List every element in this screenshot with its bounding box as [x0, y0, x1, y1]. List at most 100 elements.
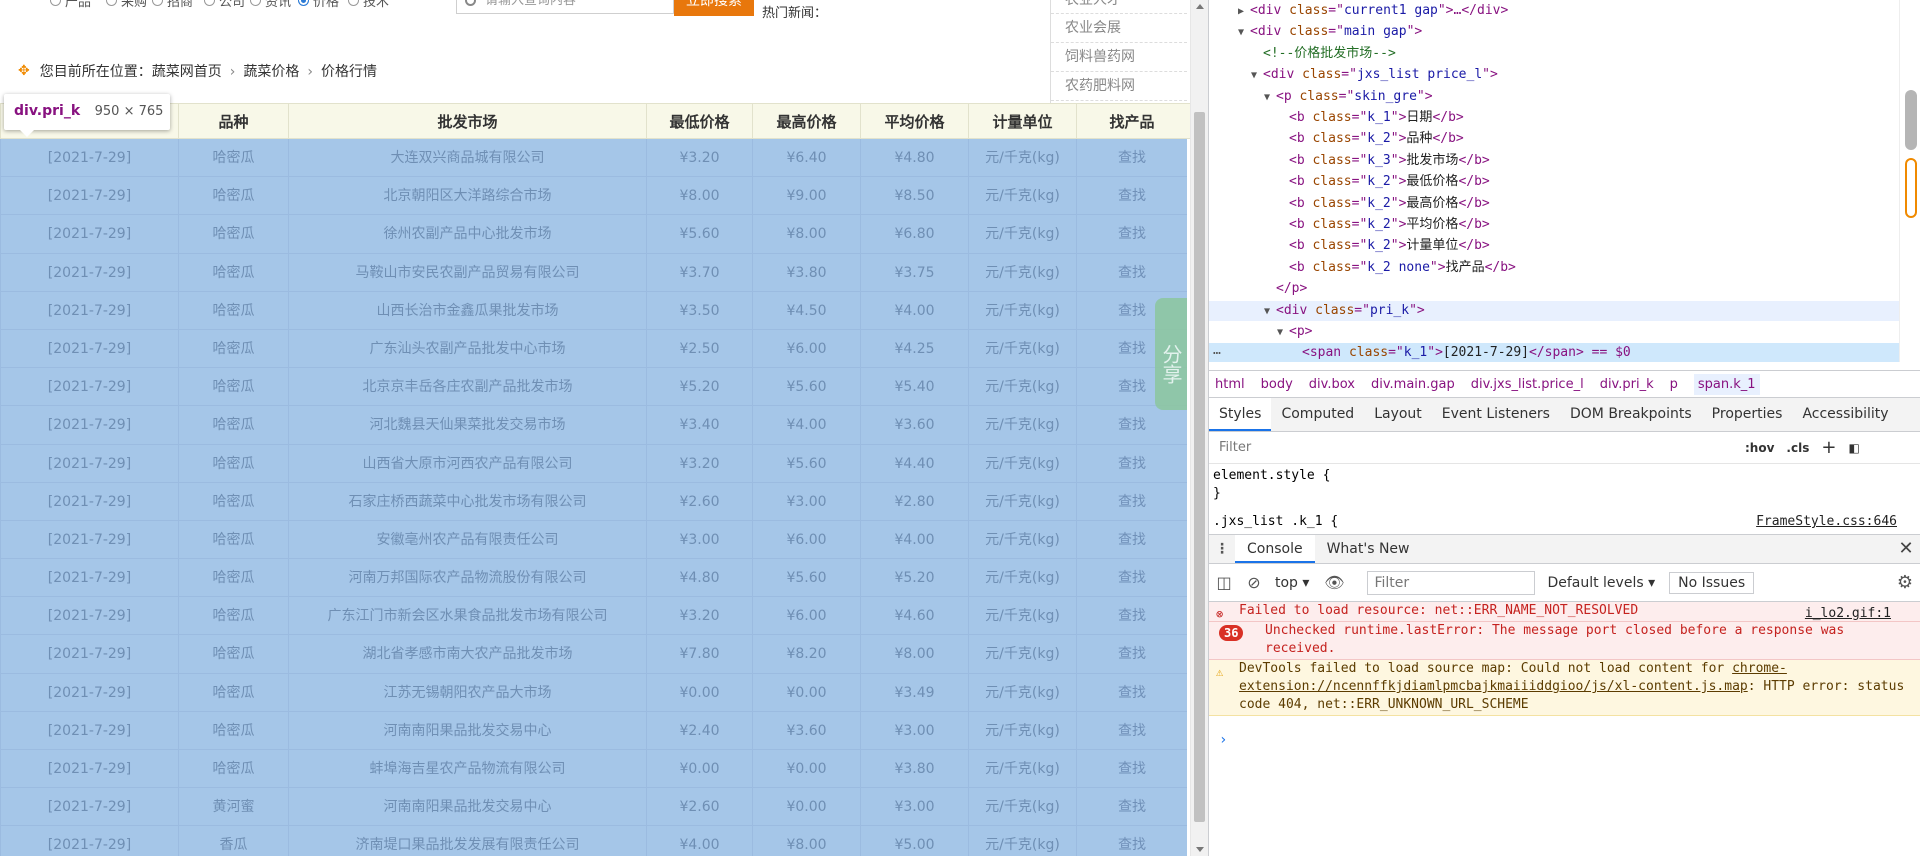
expand-triangle-icon[interactable]: ▶: [1238, 2, 1250, 22]
side-nav-link[interactable]: 饲料兽药网: [1051, 43, 1187, 72]
radio-button[interactable]: [204, 0, 215, 6]
side-nav-link[interactable]: 农业会展: [1051, 14, 1187, 43]
find-product-link[interactable]: 查找: [1076, 597, 1187, 636]
find-product-link[interactable]: 查找: [1076, 673, 1187, 712]
drawer-menu-icon[interactable]: ⋮: [1209, 535, 1235, 563]
drawer-tab[interactable]: What's New: [1315, 535, 1422, 563]
drawer-tab[interactable]: Console: [1235, 535, 1315, 563]
dom-node-line[interactable]: <span class="k_1">[2021-7-29]</span> == …: [1209, 343, 1899, 362]
search-button[interactable]: 立即搜索: [674, 0, 754, 16]
dom-crumb[interactable]: div.main.gap: [1371, 377, 1455, 392]
add-rule-icon[interactable]: +: [1821, 437, 1836, 458]
expand-triangle-icon[interactable]: ▼: [1277, 323, 1289, 343]
hover-state-toggle[interactable]: :hov: [1745, 441, 1774, 455]
dom-node-line[interactable]: ▼ <p>: [1209, 322, 1899, 342]
console-filter-input[interactable]: Filter: [1367, 570, 1536, 595]
search-type-radio[interactable]: 招商: [152, 0, 193, 10]
dom-node-line[interactable]: <b class="k_2">平均价格</b>: [1209, 215, 1899, 235]
side-nav-link[interactable]: 农药肥料网: [1051, 72, 1187, 101]
search-type-radio[interactable]: 采购: [106, 0, 147, 10]
toggle-sidebar-icon[interactable]: ◧: [1848, 441, 1859, 455]
close-drawer-icon[interactable]: ✕: [1891, 535, 1920, 563]
dom-crumb[interactable]: div.pri_k: [1600, 377, 1654, 392]
dom-crumb[interactable]: div.jxs_list.price_l: [1471, 377, 1584, 392]
css-source-link[interactable]: FrameStyle.css:646: [1756, 514, 1897, 529]
find-product-link[interactable]: 查找: [1076, 177, 1187, 216]
search-input[interactable]: 请输入查询内容: [456, 0, 674, 14]
dom-node-line[interactable]: <b class="k_2">最低价格</b>: [1209, 172, 1899, 192]
dom-crumb[interactable]: body: [1261, 377, 1293, 392]
styles-tab[interactable]: Accessibility: [1792, 398, 1898, 431]
search-type-radio[interactable]: 产品: [50, 0, 91, 10]
styles-tab[interactable]: Layout: [1364, 398, 1432, 431]
find-product-link[interactable]: 查找: [1076, 215, 1187, 254]
find-product-link[interactable]: 查找: [1076, 788, 1187, 827]
styles-tab[interactable]: Properties: [1702, 398, 1793, 431]
scroll-up-icon[interactable]: [1196, 4, 1204, 9]
live-expression-icon[interactable]: 👁: [1319, 573, 1349, 592]
find-product-link[interactable]: 查找: [1076, 406, 1187, 445]
sidebar-toggle-icon[interactable]: ◫: [1209, 573, 1239, 592]
styles-tab[interactable]: Computed: [1271, 398, 1364, 431]
breadcrumb-link[interactable]: 价格行情: [321, 64, 377, 80]
find-product-link[interactable]: 查找: [1076, 482, 1187, 521]
dom-node-line[interactable]: <b class="k_2">计量单位</b>: [1209, 236, 1899, 256]
find-product-link[interactable]: 查找: [1076, 253, 1187, 292]
breadcrumb-link[interactable]: 蔬菜网首页: [152, 64, 222, 80]
dom-crumb[interactable]: div.box: [1309, 377, 1355, 392]
styles-tab[interactable]: Event Listeners: [1432, 398, 1560, 431]
find-product-link[interactable]: 查找: [1076, 139, 1187, 177]
dom-crumb[interactable]: html: [1215, 377, 1245, 392]
radio-button[interactable]: [106, 0, 117, 6]
radio-button[interactable]: [250, 0, 261, 6]
dom-node-line[interactable]: <b class="k_3">批发市场</b>: [1209, 151, 1899, 171]
expand-triangle-icon[interactable]: ▼: [1251, 66, 1263, 86]
error-source-link[interactable]: i_lo2.gif:1: [1805, 605, 1891, 623]
expand-triangle-icon[interactable]: ▼: [1264, 302, 1276, 322]
dom-crumb[interactable]: p: [1670, 377, 1678, 392]
search-type-radio[interactable]: 公司: [204, 0, 245, 10]
scroll-down-icon[interactable]: [1196, 847, 1204, 852]
issues-button[interactable]: No Issues: [1669, 571, 1755, 594]
dom-node-line[interactable]: ▼ <p class="skin_gre">: [1209, 87, 1899, 107]
elements-scrollbar[interactable]: [1899, 0, 1920, 362]
find-product-link[interactable]: 查找: [1076, 750, 1187, 788]
dom-node-line[interactable]: ▶ <div class="current1 gap">…</div>: [1209, 1, 1899, 21]
share-button[interactable]: 分享: [1155, 298, 1187, 410]
dom-node-line[interactable]: <b class="k_2 none">找产品</b>: [1209, 258, 1899, 278]
context-selector[interactable]: top ▾: [1275, 575, 1309, 591]
dom-node-line[interactable]: </p>: [1209, 279, 1899, 299]
styles-tab[interactable]: Styles: [1209, 398, 1272, 431]
search-type-radio[interactable]: 技术: [348, 0, 389, 10]
find-product-link[interactable]: 查找: [1076, 635, 1187, 674]
class-toggle[interactable]: .cls: [1786, 441, 1809, 455]
scrollbar-thumb[interactable]: [1194, 112, 1205, 822]
scrollbar-thumb[interactable]: [1905, 90, 1917, 150]
side-nav-link[interactable]: 农业人才: [1051, 0, 1187, 14]
page-scrollbar[interactable]: [1190, 0, 1208, 856]
console-prompt[interactable]: ›: [1219, 732, 1227, 748]
find-product-link[interactable]: 查找: [1076, 711, 1187, 750]
gear-icon[interactable]: ⚙: [1897, 572, 1913, 593]
dom-node-line[interactable]: ▼ <div class="main gap">: [1209, 22, 1899, 42]
dom-node-line[interactable]: <!--价格批发市场-->: [1209, 44, 1899, 64]
dom-node-line[interactable]: <b class="k_2">品种</b>: [1209, 129, 1899, 149]
find-product-link[interactable]: 查找: [1076, 444, 1187, 483]
dom-node-line[interactable]: <b class="k_2">最高价格</b>: [1209, 194, 1899, 214]
dom-node-line[interactable]: <b class="k_1">日期</b>: [1209, 108, 1899, 128]
clear-console-icon[interactable]: ⊘: [1239, 573, 1269, 592]
log-levels-dropdown[interactable]: Default levels ▾: [1547, 575, 1655, 591]
search-type-radio[interactable]: 价格: [298, 0, 339, 10]
styles-tab[interactable]: DOM Breakpoints: [1560, 398, 1702, 431]
styles-filter-input[interactable]: Filter: [1213, 435, 1733, 460]
find-product-link[interactable]: 查找: [1076, 826, 1187, 856]
radio-button[interactable]: [50, 0, 61, 6]
find-product-link[interactable]: 查找: [1076, 559, 1187, 598]
expand-triangle-icon[interactable]: ▼: [1238, 23, 1250, 43]
dom-node-line[interactable]: ▼ <div class="jxs_list price_l">: [1209, 65, 1899, 85]
more-options-icon[interactable]: …: [1213, 343, 1221, 358]
radio-button[interactable]: [298, 0, 309, 6]
radio-button[interactable]: [152, 0, 163, 6]
dom-crumb[interactable]: span.k_1: [1693, 373, 1760, 395]
find-product-link[interactable]: 查找: [1076, 520, 1187, 559]
